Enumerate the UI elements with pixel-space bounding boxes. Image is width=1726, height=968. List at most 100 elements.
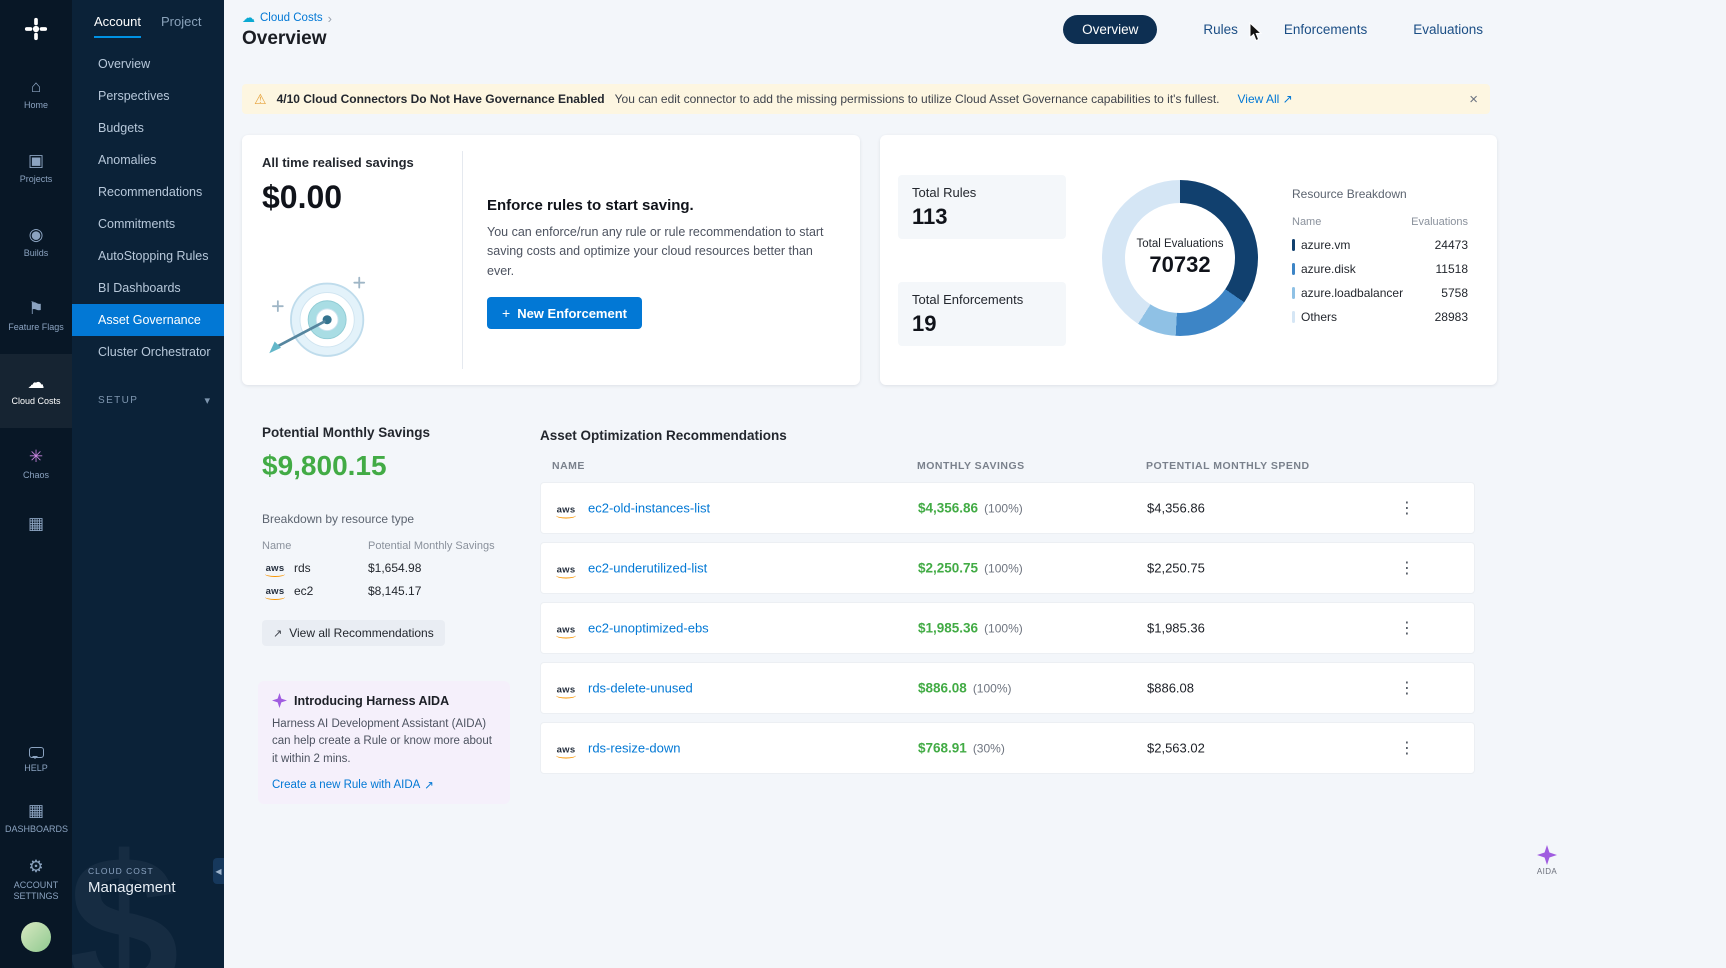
user-avatar[interactable]: [21, 922, 51, 952]
rail-item-chaos[interactable]: ✳ Chaos: [0, 428, 72, 502]
recommendation-link[interactable]: rds-resize-down: [588, 741, 680, 756]
breakdown-row: awsrds $1,654.98: [262, 561, 498, 575]
sidebar-item-anomalies[interactable]: Anomalies: [72, 144, 224, 176]
aws-icon: aws: [553, 745, 579, 756]
legend-swatch: [1292, 287, 1295, 299]
sidebar-item-recommendations[interactable]: Recommendations: [72, 176, 224, 208]
potential-savings-title: Potential Monthly Savings: [262, 425, 498, 440]
legend-header: Name Evaluations: [1292, 216, 1468, 228]
aida-sparkle-icon: [1537, 845, 1557, 865]
tab-rules[interactable]: Rules: [1203, 22, 1238, 37]
breadcrumb-chevron-icon: ›: [328, 11, 332, 26]
external-link-icon: ↗: [424, 778, 434, 792]
row-menu-kebab-icon[interactable]: ⋮: [1393, 734, 1421, 762]
create-rule-with-aida-link[interactable]: Create a new Rule with AIDA ↗: [272, 778, 434, 792]
tab-project[interactable]: Project: [161, 14, 201, 38]
aida-promo-card: Introducing Harness AIDA Harness AI Deve…: [258, 681, 510, 804]
rail-item-feature-flags[interactable]: ⚑ Feature Flags: [0, 280, 72, 354]
total-enforcements-label: Total Enforcements: [912, 292, 1052, 307]
donut-center-value: 70732: [1149, 252, 1210, 278]
legend-row: azure.loadbalancer 5758: [1292, 286, 1468, 300]
row-menu-kebab-icon[interactable]: ⋮: [1393, 554, 1421, 582]
sidebar-item-commitments[interactable]: Commitments: [72, 208, 224, 240]
row-menu-kebab-icon[interactable]: ⋮: [1393, 674, 1421, 702]
all-time-savings-card: All time realised savings $0.00 Enforce …: [242, 135, 860, 385]
resource-breakdown-legend: Resource Breakdown Name Evaluations azur…: [1292, 187, 1468, 324]
projects-icon: ▣: [28, 152, 44, 169]
potential-savings-value: $9,800.15: [262, 450, 498, 482]
rail-label: DASHBOARDS: [5, 824, 67, 835]
legend-col-name: Name: [1292, 216, 1321, 228]
tab-account[interactable]: Account: [94, 14, 141, 38]
donut-center-label: Total Evaluations: [1137, 238, 1224, 250]
flag-icon: ⚑: [28, 300, 43, 317]
rail-label: ACCOUNT SETTINGS: [5, 880, 67, 903]
total-enforcements-stat: Total Enforcements 19: [898, 282, 1066, 346]
total-rules-stat: Total Rules 113: [898, 175, 1066, 239]
app-root: ⌂ Home ▣ Projects ◉ Builds ⚑ Feature Fla…: [0, 0, 1726, 968]
sidebar-item-overview[interactable]: Overview: [72, 48, 224, 80]
rail-item-cloud-costs[interactable]: ☁ Cloud Costs: [0, 354, 72, 428]
scope-tabs: Account Project: [72, 0, 224, 38]
new-enforcement-button[interactable]: + New Enforcement: [487, 297, 642, 329]
rail-label: HELP: [24, 763, 48, 774]
legend-swatch: [1292, 311, 1295, 323]
recommendations-table-header: NAME MONTHLY SAVINGS POTENTIAL MONTHLY S…: [540, 460, 1475, 482]
sidebar-item-cluster-orchestrator[interactable]: Cluster Orchestrator: [72, 336, 224, 368]
table-row: aws ec2-underutilized-list $2,250.75(100…: [540, 542, 1475, 594]
recommendation-link[interactable]: rds-delete-unused: [588, 681, 693, 696]
sidebar-item-perspectives[interactable]: Perspectives: [72, 80, 224, 112]
sidebar-item-budgets[interactable]: Budgets: [72, 112, 224, 144]
banner-view-all-link[interactable]: View All ↗: [1237, 92, 1292, 106]
module-picker[interactable]: ▦: [0, 502, 72, 544]
row-menu-kebab-icon[interactable]: ⋮: [1393, 614, 1421, 642]
page-title: Overview: [242, 28, 327, 50]
banner-body: You can edit connector to add the missin…: [615, 92, 1220, 106]
donut-center: Total Evaluations 70732: [1102, 180, 1258, 336]
banner-close-icon[interactable]: ×: [1469, 91, 1478, 108]
rail-label: Cloud Costs: [11, 396, 60, 407]
builds-icon: ◉: [29, 226, 44, 243]
view-all-recommendations-button[interactable]: ↗ View all Recommendations: [262, 620, 445, 646]
cloud-icon: ☁: [28, 374, 45, 391]
total-rules-label: Total Rules: [912, 185, 1052, 200]
sidebar-item-autostopping-rules[interactable]: AutoStopping Rules: [72, 240, 224, 272]
harness-logo-icon[interactable]: [24, 0, 48, 58]
chevron-down-icon: ▾: [204, 394, 210, 407]
rail-item-builds[interactable]: ◉ Builds: [0, 206, 72, 280]
recommendation-link[interactable]: ec2-underutilized-list: [588, 561, 707, 576]
tab-evaluations[interactable]: Evaluations: [1413, 22, 1483, 37]
row-menu-kebab-icon[interactable]: ⋮: [1393, 494, 1421, 522]
breadcrumb: ☁ Cloud Costs ›: [242, 10, 332, 26]
aida-sparkle-icon: [272, 693, 287, 708]
recommendation-link[interactable]: ec2-old-instances-list: [588, 501, 710, 516]
aida-fab-label: AIDA: [1537, 867, 1557, 876]
aws-icon: aws: [553, 685, 579, 696]
total-enforcements-value: 19: [912, 311, 1052, 337]
card-divider: [462, 151, 463, 369]
legend-title: Resource Breakdown: [1292, 187, 1468, 201]
rail-item-account-settings[interactable]: ⚙ ACCOUNT SETTINGS: [0, 848, 72, 912]
table-row: aws ec2-old-instances-list $4,356.86(100…: [540, 482, 1475, 534]
rail-label: Builds: [24, 248, 49, 259]
total-rules-value: 113: [912, 204, 1052, 230]
rail-item-dashboards[interactable]: ▦ DASHBOARDS: [0, 790, 72, 848]
cta-body: You can enforce/run any rule or rule rec…: [487, 223, 838, 281]
sidebar-setup-toggle[interactable]: SETUP ▾: [72, 388, 224, 413]
breadcrumb-cloud-costs-link[interactable]: Cloud Costs: [260, 12, 323, 24]
tab-overview[interactable]: Overview: [1063, 15, 1157, 44]
rail-item-projects[interactable]: ▣ Projects: [0, 132, 72, 206]
rail-item-home[interactable]: ⌂ Home: [0, 58, 72, 132]
aws-icon: aws: [553, 625, 579, 636]
recommendation-link[interactable]: ec2-unoptimized-ebs: [588, 621, 709, 636]
sidebar-item-bi-dashboards[interactable]: BI Dashboards: [72, 272, 224, 304]
aida-fab[interactable]: AIDA: [1530, 845, 1564, 876]
sidebar-item-asset-governance[interactable]: Asset Governance: [72, 304, 224, 336]
nav-sidebar: Account Project Overview Perspectives Bu…: [72, 0, 224, 968]
sidebar-collapse-handle[interactable]: ◀: [213, 858, 224, 884]
rail-item-help[interactable]: HELP: [0, 732, 72, 790]
governance-tabs: Overview Rules Enforcements Evaluations: [1063, 15, 1483, 44]
tab-enforcements[interactable]: Enforcements: [1284, 22, 1367, 37]
main-content: ☁ Cloud Costs › Overview Overview Rules …: [224, 0, 1726, 968]
enforce-cta: Enforce rules to start saving. You can e…: [487, 197, 838, 329]
